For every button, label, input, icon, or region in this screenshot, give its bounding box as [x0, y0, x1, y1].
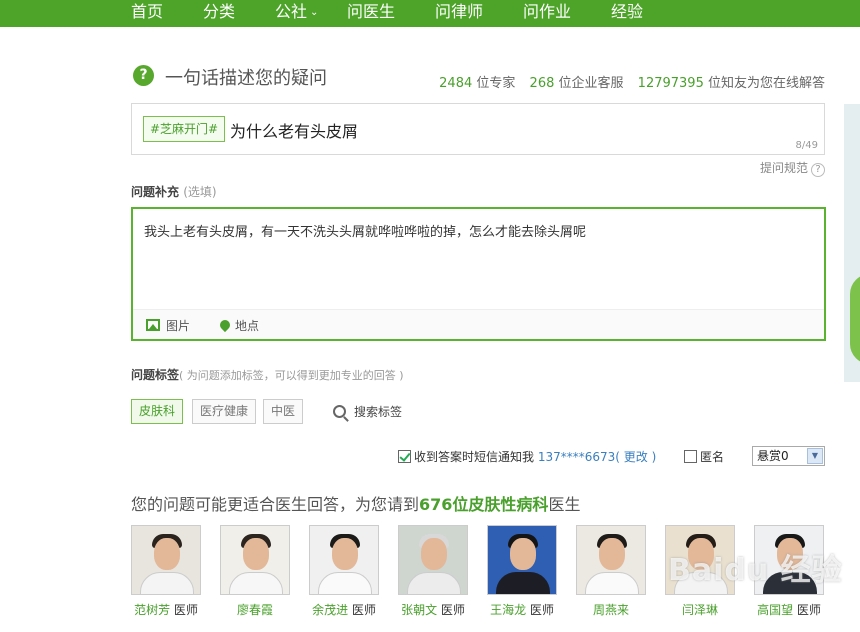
tag-tcm[interactable]: 中医: [263, 399, 304, 424]
doctor-card[interactable]: 余茂进 医师: [309, 525, 379, 618]
doctor-name-line: 王海龙 医师: [487, 601, 557, 618]
doctor-card[interactable]: 范树芳 医师: [131, 525, 201, 618]
doctor-title: 医师: [173, 603, 198, 617]
experts-label: 位专家: [476, 76, 516, 91]
sms-notify-checkbox[interactable]: [398, 450, 411, 463]
nav-ask-doctor[interactable]: 问医生: [347, 0, 395, 27]
question-input[interactable]: #芝麻开门# 为什么老有头皮屑 8/49: [131, 103, 825, 155]
doctor-name[interactable]: 余茂进: [312, 603, 348, 617]
doctor-title: 医师: [440, 603, 465, 617]
doctor-title: 医师: [529, 603, 554, 617]
question-text[interactable]: 为什么老有头皮屑: [230, 118, 358, 142]
phone-number: 137****6673: [537, 450, 616, 464]
reward-value: 悬赏0: [757, 449, 789, 463]
rules-label: 提问规范: [759, 161, 808, 175]
doctor-card[interactable]: 周燕来: [576, 525, 646, 618]
sms-notify-label[interactable]: 收到答案时短信通知我: [414, 450, 534, 464]
online-stats: 2484 位专家 268 位企业客服 12797395 位知友为您在线解答: [439, 72, 825, 91]
image-label: 图片: [166, 319, 191, 333]
char-counter: 8/49: [795, 140, 818, 151]
location-label: 地点: [235, 319, 260, 333]
doctor-avatar[interactable]: [576, 525, 646, 595]
reward-select[interactable]: 悬赏0 ▼: [752, 446, 825, 466]
supplement-toolbar: 图片 地点: [133, 309, 824, 339]
supplement-title: 问题补充: [131, 185, 180, 199]
nav-category[interactable]: 分类: [203, 0, 235, 27]
nav-ask-homework[interactable]: 问作业: [523, 0, 571, 27]
doctor-avatar[interactable]: [220, 525, 290, 595]
top-nav: 首页 分类 公社 ⌄ 问医生 问律师 问作业 经验: [0, 0, 860, 27]
question-rules-link[interactable]: 提问规范?: [760, 159, 825, 177]
doctor-name[interactable]: 张朝文: [401, 603, 437, 617]
doctor-name[interactable]: 廖春霞: [237, 603, 273, 617]
help-icon[interactable]: ?: [811, 163, 825, 177]
banner-graphic: [850, 274, 860, 364]
doctor-recommendation: 您的问题可能更适合医生回答，为您请到676位皮肤性病科医生: [131, 491, 580, 515]
doctor-name-line: 余茂进 医师: [309, 601, 379, 618]
tags-label: 问题标签( 为问题添加标签，可以得到更加专业的回答 ): [131, 366, 404, 383]
search-icon: [333, 405, 346, 418]
doctor-avatar[interactable]: [131, 525, 201, 595]
nav-home[interactable]: 首页: [131, 0, 163, 27]
page-title: 一句话描述您的疑问: [165, 68, 327, 89]
rec-dept: 皮肤性病科: [468, 495, 549, 514]
baidu-watermark: Baidu 经验: [668, 553, 843, 588]
anonymous-checkbox[interactable]: [684, 450, 697, 463]
search-tag-label: 搜索标签: [354, 405, 403, 419]
supplement-textarea[interactable]: 我头上老有头皮屑，有一天不洗头头屑就哗啦哗啦的掉，怎么才能去除头屑呢 图片 地点: [131, 207, 826, 341]
location-pin-icon: [217, 317, 233, 333]
tags-hint: ( 为问题添加标签，可以得到更加专业的回答 ): [179, 369, 404, 382]
doctor-title: 医师: [351, 603, 376, 617]
doctor-name[interactable]: 高国望: [757, 603, 793, 617]
doctor-card[interactable]: 廖春霞: [220, 525, 290, 618]
rec-count: 676位: [419, 495, 469, 514]
tags-title: 问题标签: [131, 368, 180, 382]
doctor-name-line: 范树芳 医师: [131, 601, 201, 618]
doctor-name[interactable]: 周燕来: [593, 603, 629, 617]
topic-tag[interactable]: #芝麻开门#: [143, 116, 226, 142]
side-banner[interactable]: [844, 104, 860, 382]
service-label[interactable]: 位企业客服: [559, 76, 624, 91]
doctor-name-line: 周燕来: [576, 601, 646, 618]
rec-prefix: 您的问题可能更适合医生回答，为您请到: [131, 495, 420, 514]
tag-dermatology[interactable]: 皮肤科: [131, 399, 184, 424]
users-label: 位知友为您在线解答: [707, 76, 825, 91]
dropdown-arrow-icon[interactable]: ▼: [807, 448, 823, 464]
experts-count: 2484: [439, 76, 473, 91]
anonymous-label: 匿名: [700, 450, 725, 464]
doctor-name[interactable]: 闫泽琳: [682, 603, 718, 617]
doctor-avatar[interactable]: [487, 525, 557, 595]
doctor-card[interactable]: 张朝文 医师: [398, 525, 468, 618]
doctor-card[interactable]: 王海龙 医师: [487, 525, 557, 618]
supplement-label: 问题补充 (选填): [131, 183, 217, 200]
doctor-avatar[interactable]: [398, 525, 468, 595]
tag-medical-health[interactable]: 医疗健康: [192, 399, 257, 424]
doctor-name-line: 高国望 医师: [754, 601, 824, 618]
question-icon: ?: [133, 65, 154, 86]
doctor-name-line: 张朝文 医师: [398, 601, 468, 618]
anonymous-option[interactable]: 匿名: [684, 448, 724, 465]
search-tag-button[interactable]: 搜索标签: [333, 403, 402, 420]
image-icon: [146, 319, 160, 331]
nav-commune[interactable]: 公社 ⌄: [275, 0, 318, 27]
doctor-title: 医师: [796, 603, 821, 617]
chevron-down-icon: ⌄: [310, 7, 319, 18]
nav-commune-label: 公社: [275, 2, 308, 21]
doctor-name[interactable]: 范树芳: [134, 603, 170, 617]
doctor-name-line: 廖春霞: [220, 601, 290, 618]
nav-ask-lawyer[interactable]: 问律师: [435, 0, 483, 27]
sms-notify-row: 收到答案时短信通知我 137****6673( 更改 ): [398, 448, 656, 466]
nav-experience[interactable]: 经验: [611, 0, 643, 27]
add-image-button[interactable]: 图片: [146, 317, 190, 334]
change-phone-link[interactable]: ( 更改 ): [615, 450, 656, 464]
service-count: 268: [529, 76, 555, 91]
doctor-name[interactable]: 王海龙: [490, 603, 526, 617]
add-location-button[interactable]: 地点: [217, 317, 260, 334]
supplement-text[interactable]: 我头上老有头皮屑，有一天不洗头头屑就哗啦哗啦的掉，怎么才能去除头屑呢: [144, 221, 586, 240]
users-count: 12797395: [637, 76, 704, 91]
optional-hint: (选填): [183, 185, 217, 199]
doctor-name-line: 闫泽琳: [665, 601, 735, 618]
doctor-avatar[interactable]: [309, 525, 379, 595]
rec-suffix: 医生: [548, 495, 581, 514]
